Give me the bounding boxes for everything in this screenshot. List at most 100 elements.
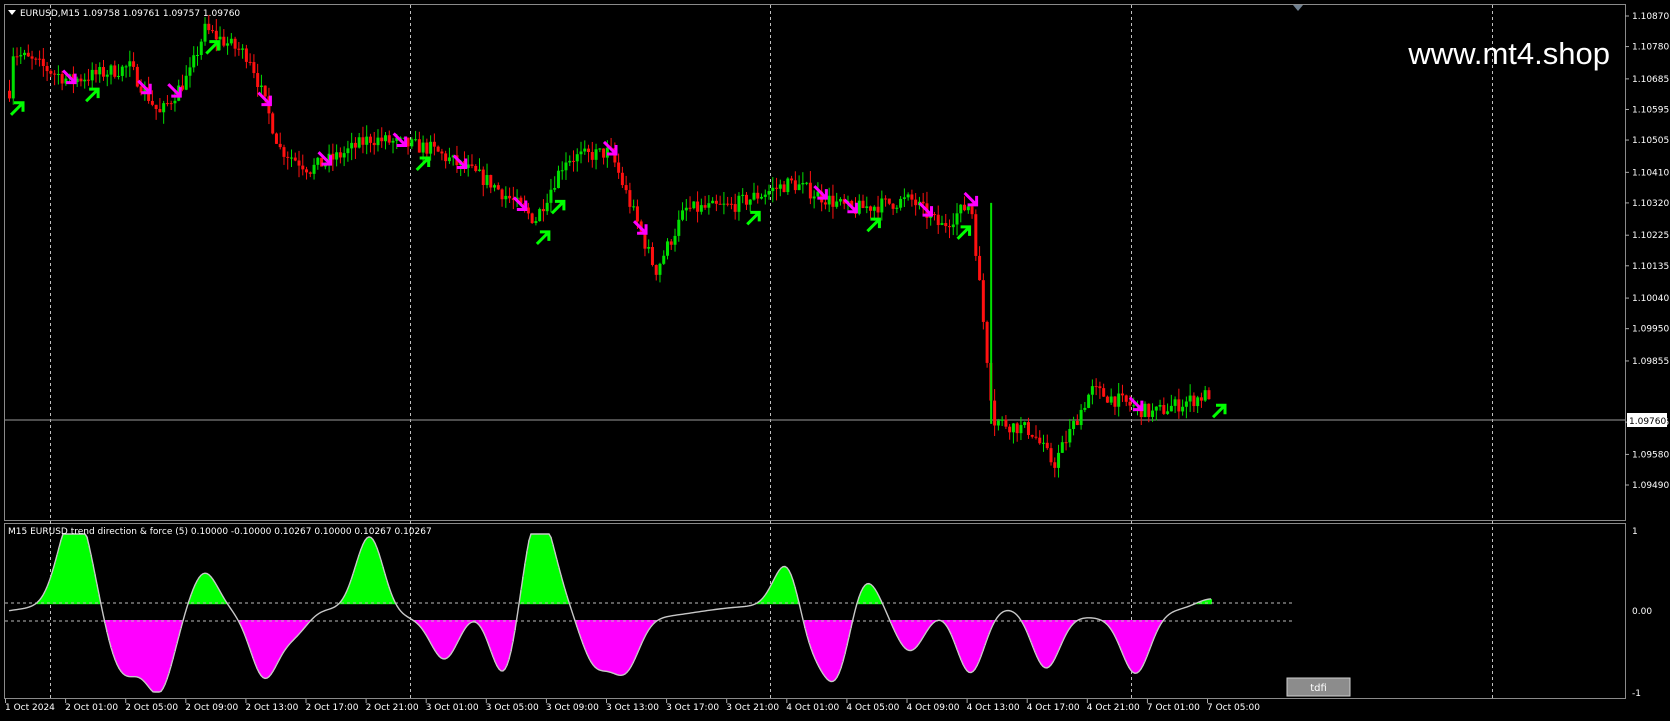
candle-body <box>560 170 564 172</box>
candle-body <box>936 214 940 226</box>
candle-body <box>60 73 64 84</box>
candle-body <box>1023 422 1027 426</box>
candle-body <box>1015 423 1019 434</box>
candle-body <box>203 23 207 42</box>
candle-body <box>805 182 809 184</box>
candle-body <box>301 165 305 170</box>
candle-body <box>1192 395 1196 407</box>
candle-body <box>1169 405 1173 412</box>
candle-body <box>959 204 963 214</box>
time-label: 4 Oct 05:00 <box>846 703 899 713</box>
candle-body <box>113 65 117 77</box>
candle-body <box>109 65 113 75</box>
candle-body <box>865 206 869 208</box>
candle-body <box>786 178 790 193</box>
candle-body <box>793 180 797 191</box>
candle-body <box>696 201 700 212</box>
candle-body <box>823 202 827 205</box>
candle-body <box>23 52 27 56</box>
price-label: 1.10040 <box>1632 294 1669 304</box>
candle-body <box>921 201 925 204</box>
price-label: 1.10685 <box>1632 75 1669 85</box>
time-label: 2 Oct 01:00 <box>65 703 118 713</box>
candle-body <box>248 61 252 63</box>
candle-body <box>790 178 794 181</box>
price-label: 1.09950 <box>1632 325 1669 335</box>
candle-body <box>481 169 485 186</box>
chart-header-text: EURUSD,M15 1.09758 1.09761 1.09757 1.097… <box>20 9 240 19</box>
candle-body <box>1090 386 1094 395</box>
candle-body <box>869 206 873 211</box>
candle-body <box>45 66 49 72</box>
candle-body <box>876 206 880 213</box>
candle-body <box>365 136 369 145</box>
candle-body <box>861 200 865 208</box>
candle-body <box>1184 401 1188 407</box>
candle-body <box>222 36 226 46</box>
candle-body <box>429 141 433 154</box>
candle-body <box>86 79 90 81</box>
candle-body <box>192 55 196 68</box>
price-label: 1.10135 <box>1632 262 1669 272</box>
candle-body <box>53 73 57 75</box>
candle-body <box>184 75 188 90</box>
indicator-scale-bottom: -1 <box>1632 689 1641 699</box>
time-label: 3 Oct 05:00 <box>486 703 539 713</box>
candle-body <box>647 247 651 249</box>
tdfi-button-label: tdfi <box>1310 683 1327 694</box>
candle-body <box>440 151 444 154</box>
current-price-value: 1.09760 <box>1629 417 1666 427</box>
candle-body <box>838 199 842 202</box>
candle-body <box>316 157 320 165</box>
candle-body <box>1173 399 1177 406</box>
candle-body <box>981 280 985 322</box>
candle-body <box>199 41 203 55</box>
time-label: 3 Oct 17:00 <box>666 703 719 713</box>
candle-body <box>410 139 414 147</box>
candle-body <box>214 30 218 40</box>
candle-body <box>56 73 60 75</box>
candle-body <box>801 183 805 185</box>
tdfi-button[interactable]: tdfi <box>1286 677 1351 697</box>
candle-body <box>857 200 861 214</box>
candle-body <box>1075 421 1079 426</box>
candle-body <box>229 38 233 44</box>
candle-body <box>624 185 628 191</box>
candle-body <box>282 147 286 157</box>
candle-body <box>906 194 910 198</box>
time-label: 1 Oct 2024 <box>5 703 55 713</box>
candle-body <box>737 195 741 212</box>
candle-body <box>493 185 497 188</box>
candle-body <box>357 137 361 148</box>
price-label: 1.10320 <box>1632 199 1669 209</box>
time-label: 4 Oct 21:00 <box>1087 703 1140 713</box>
candle-body <box>162 103 166 113</box>
candle-body <box>259 85 263 87</box>
candle-body <box>549 189 553 203</box>
candle-body <box>602 148 606 158</box>
candle-body <box>572 160 575 162</box>
candle-body <box>553 188 557 190</box>
candle-body <box>579 151 583 155</box>
candle-body <box>105 74 109 77</box>
current-price-label: 1.09760 <box>1627 413 1667 427</box>
candle-body <box>237 48 241 50</box>
candle-body <box>718 203 722 205</box>
price-label: 1.10870 <box>1632 12 1669 22</box>
candle-body <box>342 153 346 158</box>
candle-body <box>102 67 105 77</box>
time-label: 4 Oct 01:00 <box>786 703 839 713</box>
candle-body <box>350 142 354 149</box>
watermark: www.mt4.shop <box>1407 36 1610 71</box>
candle-body <box>733 204 737 212</box>
candle-body <box>1026 422 1030 435</box>
price-label: 1.10225 <box>1632 231 1669 241</box>
candle-body <box>135 66 139 87</box>
candle-body <box>387 135 391 143</box>
candle-body <box>887 198 891 204</box>
candle-body <box>1158 405 1162 407</box>
candle-body <box>500 189 504 200</box>
candle-body <box>1151 410 1155 417</box>
candle-body <box>1120 393 1124 396</box>
candle-body <box>763 194 767 197</box>
